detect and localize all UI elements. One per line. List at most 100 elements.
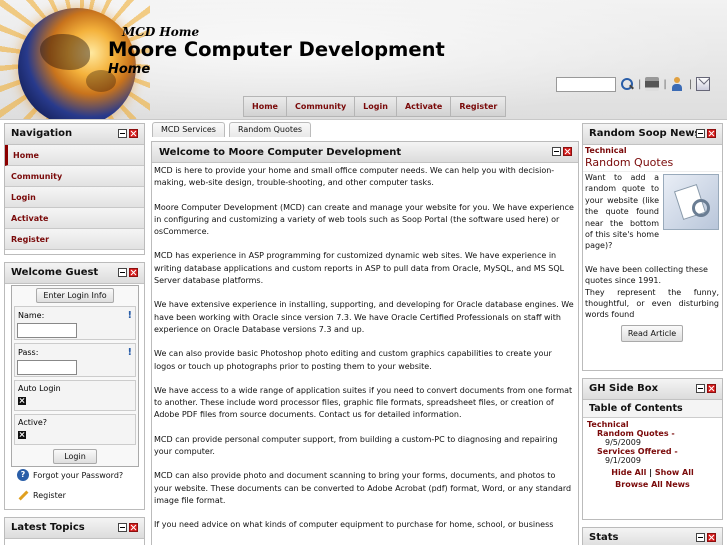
- nav-item-register[interactable]: Register: [5, 229, 144, 250]
- block-header: Welcome to Moore Computer Development: [152, 142, 578, 163]
- toc-title: Table of Contents: [583, 400, 722, 418]
- toc-entry[interactable]: Services Offered -: [587, 447, 718, 456]
- browse-all-news-link[interactable]: Browse All News: [615, 480, 690, 489]
- read-article-button[interactable]: Read Article: [620, 324, 684, 343]
- auto-login-label: Auto Login: [18, 384, 61, 393]
- nav-item-community[interactable]: Community: [5, 166, 144, 187]
- block-header: Stats: [583, 528, 722, 545]
- news-headline[interactable]: Random Quotes: [583, 156, 722, 172]
- login-button[interactable]: Login: [53, 449, 97, 464]
- minimize-icon[interactable]: [696, 533, 705, 542]
- block-controls: [552, 147, 572, 156]
- hide-all-link[interactable]: Hide All: [611, 468, 646, 477]
- close-icon[interactable]: [707, 384, 716, 393]
- news-body: Want to add a random quote to your websi…: [583, 172, 722, 343]
- block-title: GH Side Box: [589, 383, 659, 394]
- news-text: They represent the funny, thoughtful, or…: [585, 287, 719, 320]
- site-small-title: MCD Home: [122, 25, 200, 39]
- name-label: Name:: [18, 311, 45, 320]
- block-title: Stats: [589, 532, 619, 543]
- block-title: Latest Topics: [11, 522, 85, 533]
- link-separator: |: [649, 468, 653, 477]
- active-group: Active?: [14, 414, 136, 445]
- auto-login-checkbox[interactable]: [18, 397, 26, 405]
- users-icon[interactable]: [671, 77, 685, 91]
- block-controls: [118, 268, 138, 277]
- block-controls: [118, 523, 138, 532]
- nav-item-login[interactable]: Login: [5, 187, 144, 208]
- mail-icon[interactable]: [696, 77, 711, 91]
- required-icon: !: [127, 347, 132, 358]
- enter-login-info-button[interactable]: Enter Login Info: [36, 288, 114, 303]
- close-icon[interactable]: [563, 147, 572, 156]
- menu-register[interactable]: Register: [451, 97, 506, 116]
- minimize-icon[interactable]: [552, 147, 561, 156]
- register-link[interactable]: Register: [17, 489, 66, 501]
- minimize-icon[interactable]: [696, 384, 705, 393]
- toc-entry[interactable]: Random Quotes -: [587, 429, 718, 438]
- block-header: Navigation: [5, 124, 144, 145]
- forgot-password-link[interactable]: ? Forgot your Password?: [17, 469, 123, 481]
- minimize-icon[interactable]: [696, 129, 705, 138]
- password-input[interactable]: [17, 360, 77, 375]
- tab-random-quotes[interactable]: Random Quotes: [228, 122, 312, 137]
- content-body: MCD is here to provide your home and sma…: [152, 163, 578, 532]
- block-header: GH Side Box: [583, 379, 722, 400]
- search-input[interactable]: [556, 76, 616, 92]
- welcome-guest-block: Welcome Guest Enter Login Info Name: ! P…: [4, 262, 145, 510]
- close-icon[interactable]: [707, 129, 716, 138]
- forgot-password-text[interactable]: Forgot your Password?: [33, 471, 123, 480]
- register-text[interactable]: Register: [33, 491, 66, 500]
- block-controls: [696, 384, 716, 393]
- close-icon[interactable]: [707, 533, 716, 542]
- block-title: Navigation: [11, 128, 73, 139]
- read-article-row: Read Article: [585, 324, 719, 343]
- main-menu: Home Community Login Activate Register: [243, 96, 507, 117]
- active-checkbox[interactable]: [18, 431, 26, 439]
- stats-block: Stats: [582, 527, 723, 545]
- toc-links: Hide All | Show All Browse All News: [587, 467, 718, 491]
- content-paragraph: Moore Computer Development (MCD) can cre…: [154, 202, 574, 237]
- random-soop-news-block: Random Soop News Technical Random Quotes…: [582, 123, 723, 371]
- menu-community[interactable]: Community: [286, 97, 356, 116]
- toc-entry-date: 9/5/2009: [605, 438, 641, 447]
- toolbar-separator: |: [688, 78, 693, 90]
- login-info-row: Enter Login Info: [14, 288, 136, 303]
- block-controls: [696, 533, 716, 542]
- content-paragraph: MCD can also provide photo and document …: [154, 471, 572, 505]
- page-subtitle: Home: [108, 62, 151, 77]
- navigation-block: Navigation Home Community Login Activate…: [4, 123, 145, 255]
- nav-item-activate[interactable]: Activate: [5, 208, 144, 229]
- toc-category[interactable]: Technical: [587, 420, 718, 429]
- username-input[interactable]: [17, 323, 77, 338]
- pencil-icon: [17, 489, 29, 501]
- name-label-row: Name: !: [17, 308, 133, 323]
- content-paragraph: We have extensive experience in installi…: [154, 300, 574, 334]
- menu-activate[interactable]: Activate: [396, 97, 452, 116]
- close-icon[interactable]: [129, 268, 138, 277]
- menu-login[interactable]: Login: [355, 97, 397, 116]
- menu-home[interactable]: Home: [244, 97, 287, 116]
- nav-item-home[interactable]: Home: [5, 145, 144, 166]
- help-icon: ?: [17, 469, 29, 481]
- search-icon[interactable]: [620, 77, 634, 91]
- news-category[interactable]: Technical: [583, 145, 722, 156]
- active-label: Active?: [18, 418, 47, 427]
- block-title: Random Soop News: [589, 128, 701, 139]
- gh-side-box-block: GH Side Box Table of Contents Technical …: [582, 378, 723, 520]
- close-icon[interactable]: [129, 129, 138, 138]
- login-button-row: Login: [14, 449, 136, 464]
- minimize-icon[interactable]: [118, 268, 127, 277]
- latest-topics-block: Latest Topics: [4, 517, 145, 545]
- minimize-icon[interactable]: [118, 129, 127, 138]
- auto-login-group: Auto Login: [14, 380, 136, 411]
- print-icon[interactable]: [645, 77, 660, 91]
- show-all-link[interactable]: Show All: [655, 468, 694, 477]
- login-form: Enter Login Info Name: ! Pass: ! Auto Lo…: [11, 285, 139, 467]
- content-paragraph: We have access to a wide range of applic…: [154, 385, 573, 420]
- pass-label-row: Pass: !: [17, 345, 133, 360]
- tab-mcd-services[interactable]: MCD Services: [152, 122, 225, 137]
- close-icon[interactable]: [129, 523, 138, 532]
- minimize-icon[interactable]: [118, 523, 127, 532]
- welcome-content-block: Welcome to Moore Computer Development MC…: [151, 141, 579, 545]
